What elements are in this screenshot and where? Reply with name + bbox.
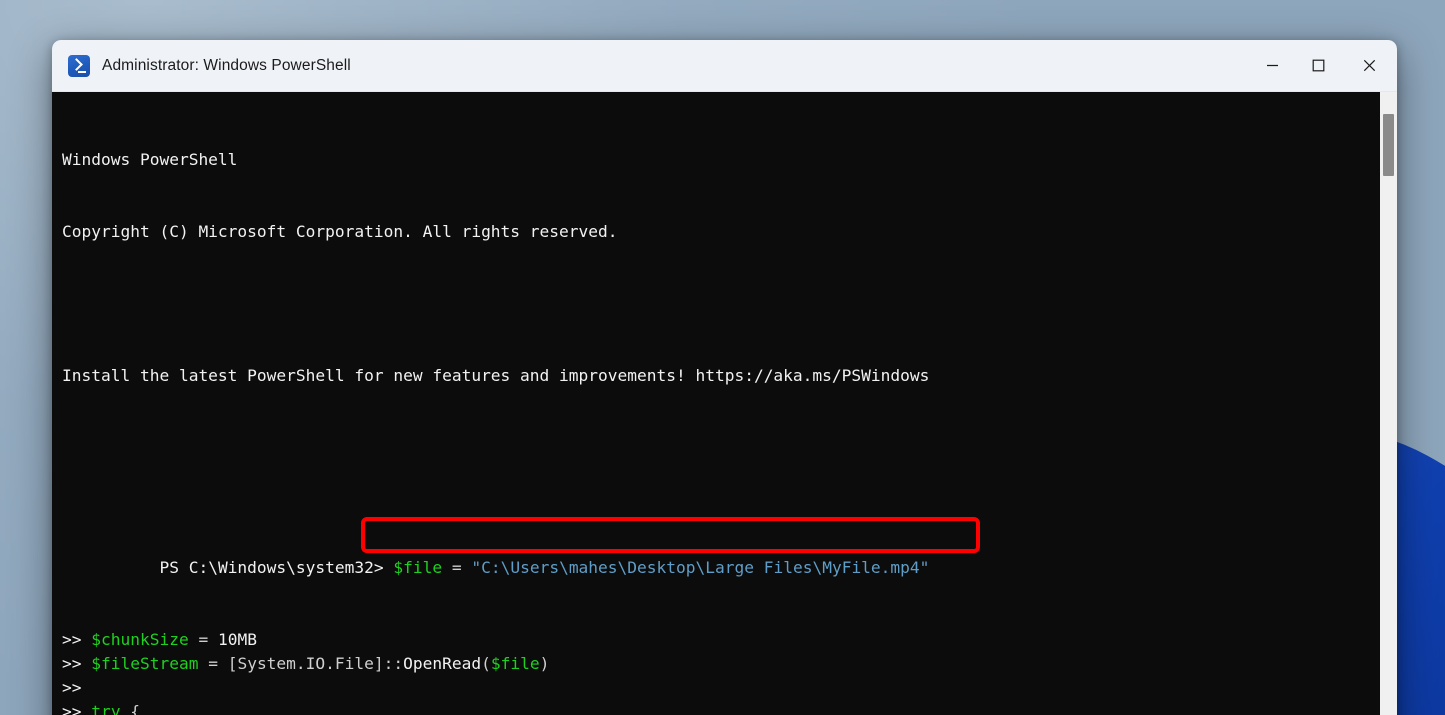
continuation-prompt: >> [62, 654, 91, 673]
blank-line [62, 436, 1380, 460]
window-titlebar[interactable]: Administrator: Windows PowerShell [52, 40, 1397, 92]
continuation-line: >> try { [62, 700, 1380, 715]
code-token: = [198, 654, 227, 673]
continuation-prompt: >> [62, 702, 91, 715]
code-token: $chunkSize [91, 630, 188, 649]
continuation-prompt: >> [62, 678, 91, 697]
maximize-button[interactable] [1295, 40, 1341, 92]
code-token: $file [491, 654, 540, 673]
code-token: = [189, 630, 218, 649]
command-variable: $file [393, 558, 442, 577]
upgrade-notice: Install the latest PowerShell for new fe… [62, 364, 1380, 388]
console-area: Windows PowerShell Copyright (C) Microso… [52, 92, 1397, 715]
powershell-window: Administrator: Windows PowerShell [52, 40, 1397, 715]
code-token: :: [384, 654, 404, 673]
code-token: try [91, 702, 120, 715]
code-token: ) [540, 654, 550, 673]
console-output[interactable]: Windows PowerShell Copyright (C) Microso… [52, 92, 1380, 715]
code-token: $fileStream [91, 654, 198, 673]
header-line: Copyright (C) Microsoft Corporation. All… [62, 220, 1380, 244]
desktop-background: Administrator: Windows PowerShell [0, 0, 1445, 715]
close-button[interactable] [1341, 40, 1397, 92]
continuation-prompt: >> [62, 630, 91, 649]
continuation-line: >> $chunkSize = 10MB [62, 628, 1380, 652]
continuation-line: >> $fileStream = [System.IO.File]::OpenR… [62, 652, 1380, 676]
prompt-underscore-icon [78, 71, 86, 73]
code-token: OpenRead [403, 654, 481, 673]
window-title: Administrator: Windows PowerShell [102, 57, 351, 75]
minimize-button[interactable] [1249, 40, 1295, 92]
minimize-icon [1266, 59, 1279, 72]
blank-line [62, 292, 1380, 316]
prompt-command-line[interactable]: PS C:\Windows\system32> $file = "C:\User… [62, 532, 1380, 556]
close-icon [1363, 59, 1376, 72]
vertical-scrollbar[interactable] [1380, 92, 1397, 715]
code-token: { [121, 702, 141, 715]
command-value: "C:\Users\mahes\Desktop\Large Files\MyFi… [471, 558, 929, 577]
powershell-icon [68, 55, 90, 77]
header-line: Windows PowerShell [62, 148, 1380, 172]
prompt-chevron-icon [70, 58, 83, 71]
code-token: ( [481, 654, 491, 673]
code-token: [System.IO.File] [228, 654, 384, 673]
prompt-text: PS C:\Windows\system32> [159, 558, 383, 577]
maximize-icon [1312, 59, 1325, 72]
window-controls [1249, 40, 1397, 92]
continuation-line: >> [62, 676, 1380, 700]
continuation-lines: >> $chunkSize = 10MB>> $fileStream = [Sy… [62, 628, 1380, 715]
scrollbar-thumb[interactable] [1383, 114, 1394, 176]
red-highlight-annotation [361, 517, 980, 553]
code-token: 10MB [218, 630, 257, 649]
command-operator: = [442, 558, 471, 577]
